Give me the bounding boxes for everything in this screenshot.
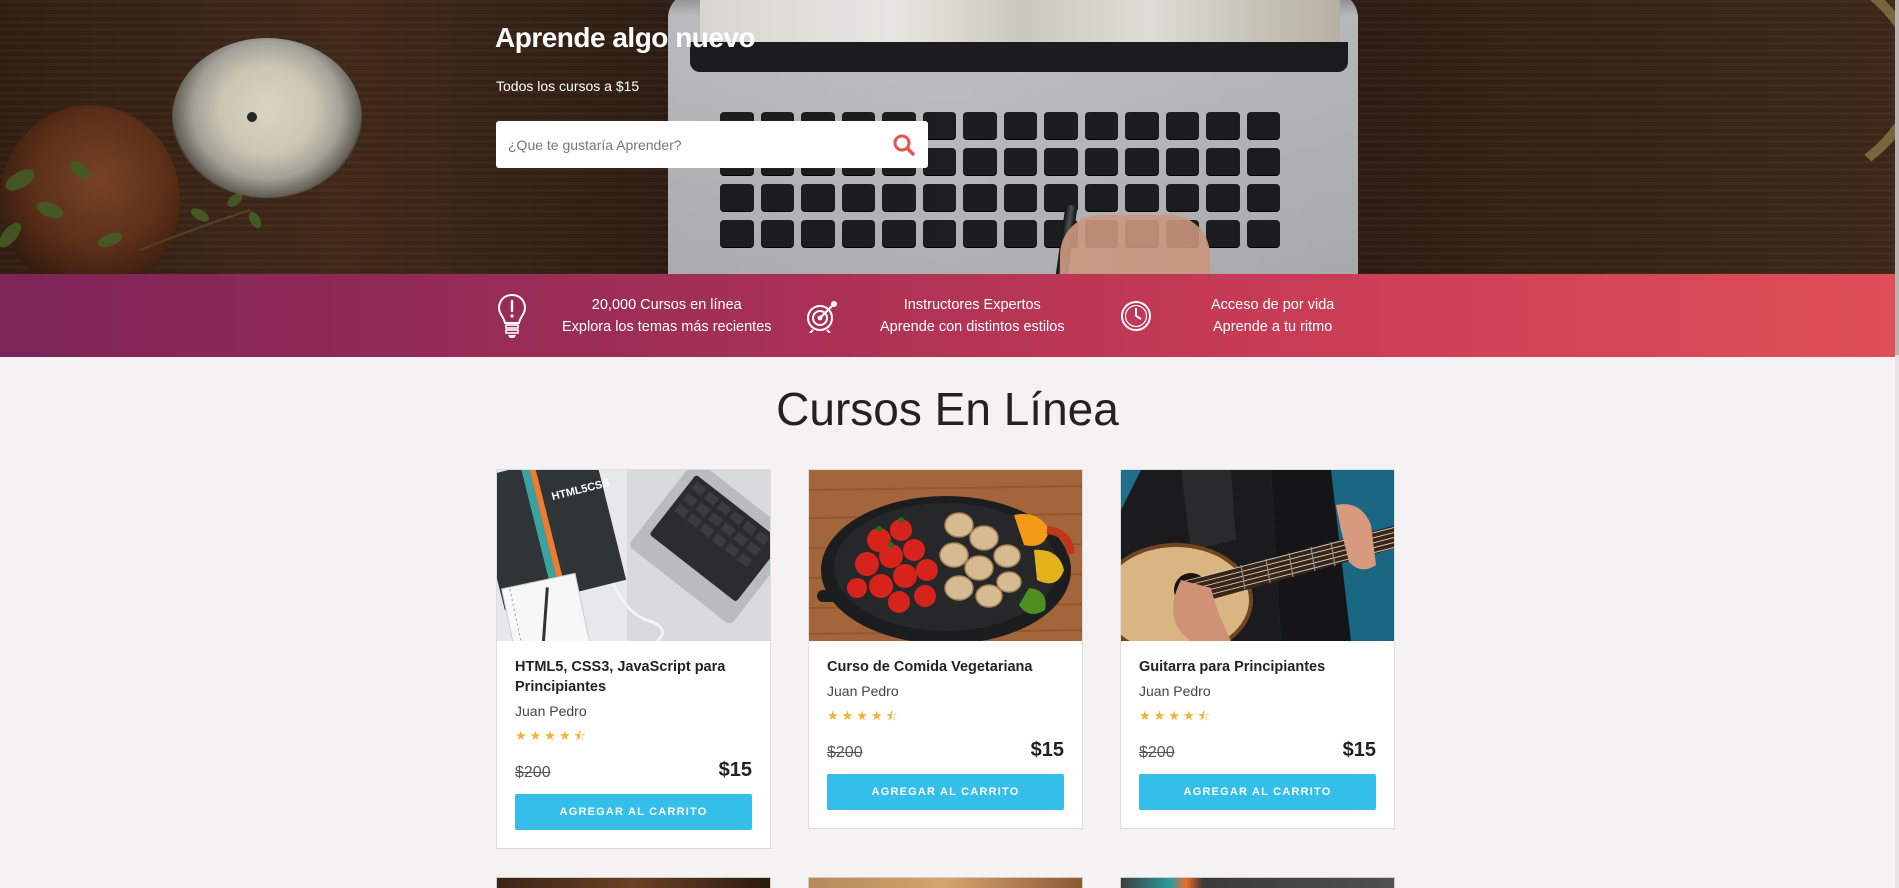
search-input[interactable] <box>496 121 880 168</box>
add-to-cart-button[interactable]: AGREGAR AL CARRITO <box>827 774 1064 810</box>
course-card-body: Guitarra para Principiantes Juan Pedro ★… <box>1121 641 1394 828</box>
search-form <box>496 121 928 168</box>
sale-price: $15 <box>1030 739 1064 761</box>
feature-access-desc: Aprende a tu ritmo <box>1213 318 1333 335</box>
page: Aprende algo nuevo Todos los cursos a $1… <box>0 0 1899 888</box>
feature-access: Acceso de por vida Aprende a tu ritmo <box>1116 274 1334 357</box>
original-price: $200 <box>827 744 863 761</box>
hero-subtitle: Todos los cursos a $15 <box>496 78 640 94</box>
feature-courses: 20,000 Cursos en línea Explora los temas… <box>492 274 772 357</box>
original-price: $200 <box>1139 744 1175 761</box>
course-card-body: HTML5, CSS3, JavaScript para Principiant… <box>497 641 770 848</box>
course-card-peek[interactable] <box>1120 877 1395 888</box>
hero-banner: Aprende algo nuevo Todos los cursos a $1… <box>0 0 1895 274</box>
feature-instructors-desc: Aprende con distintos estilos <box>880 318 1065 335</box>
course-card: Guitarra para Principiantes Juan Pedro ★… <box>1120 469 1395 829</box>
feature-courses-desc: Explora los temas más recientes <box>562 318 772 335</box>
course-image-guitar <box>1121 470 1394 641</box>
section-title: Cursos En Línea <box>776 383 1119 435</box>
course-image-vegetarian <box>809 470 1082 641</box>
feature-instructors: Instructores Expertos Aprende con distin… <box>802 274 1065 357</box>
course-title[interactable]: Guitarra para Principiantes <box>1139 657 1376 677</box>
course-card-peek[interactable] <box>496 877 771 888</box>
features-bar: 20,000 Cursos en línea Explora los temas… <box>0 274 1895 357</box>
sale-price: $15 <box>1342 739 1376 761</box>
original-price: $200 <box>515 764 551 781</box>
hero-overlay <box>0 0 1895 274</box>
feature-access-text: Acceso de por vida Aprende a tu ritmo <box>1211 294 1334 338</box>
sale-price: $15 <box>718 759 752 781</box>
course-card: Curso de Comida Vegetariana Juan Pedro ★… <box>808 469 1083 829</box>
clock-icon <box>1116 292 1156 340</box>
course-title[interactable]: Curso de Comida Vegetariana <box>827 657 1064 677</box>
feature-access-title: Acceso de por vida <box>1211 296 1335 313</box>
star-rating: ★★★★⯪ <box>827 708 901 723</box>
scrollbar-thumb[interactable] <box>1895 0 1899 355</box>
feature-instructors-text: Instructores Expertos Aprende con distin… <box>880 294 1065 338</box>
search-button[interactable] <box>880 121 928 168</box>
add-to-cart-button[interactable]: AGREGAR AL CARRITO <box>1139 774 1376 810</box>
course-author: Juan Pedro <box>515 703 587 719</box>
course-title[interactable]: HTML5, CSS3, JavaScript para Principiant… <box>515 657 752 697</box>
search-icon <box>893 134 915 156</box>
feature-courses-title: 20,000 Cursos en línea <box>591 296 742 313</box>
price-row: $200 $15 <box>1139 739 1376 762</box>
add-to-cart-button[interactable]: AGREGAR AL CARRITO <box>515 794 752 830</box>
lightbulb-icon <box>492 292 532 340</box>
course-author: Juan Pedro <box>827 683 899 699</box>
price-row: $200 $15 <box>827 739 1064 762</box>
course-author: Juan Pedro <box>1139 683 1211 699</box>
feature-courses-text: 20,000 Cursos en línea Explora los temas… <box>562 294 772 338</box>
price-row: $200 $15 <box>515 759 752 782</box>
course-image-html: HTML5CSS <box>497 470 770 641</box>
star-rating: ★★★★⯪ <box>1139 708 1213 723</box>
star-rating: ★★★★⯪ <box>515 728 589 743</box>
feature-instructors-title: Instructores Expertos <box>903 296 1041 313</box>
course-card-peek[interactable] <box>808 877 1083 888</box>
course-card-body: Curso de Comida Vegetariana Juan Pedro ★… <box>809 641 1082 828</box>
course-card: HTML5CSS HTML5, CSS3, JavaScript para Pr… <box>496 469 771 849</box>
hero-title: Aprende algo nuevo <box>495 22 756 53</box>
target-icon <box>802 292 842 340</box>
